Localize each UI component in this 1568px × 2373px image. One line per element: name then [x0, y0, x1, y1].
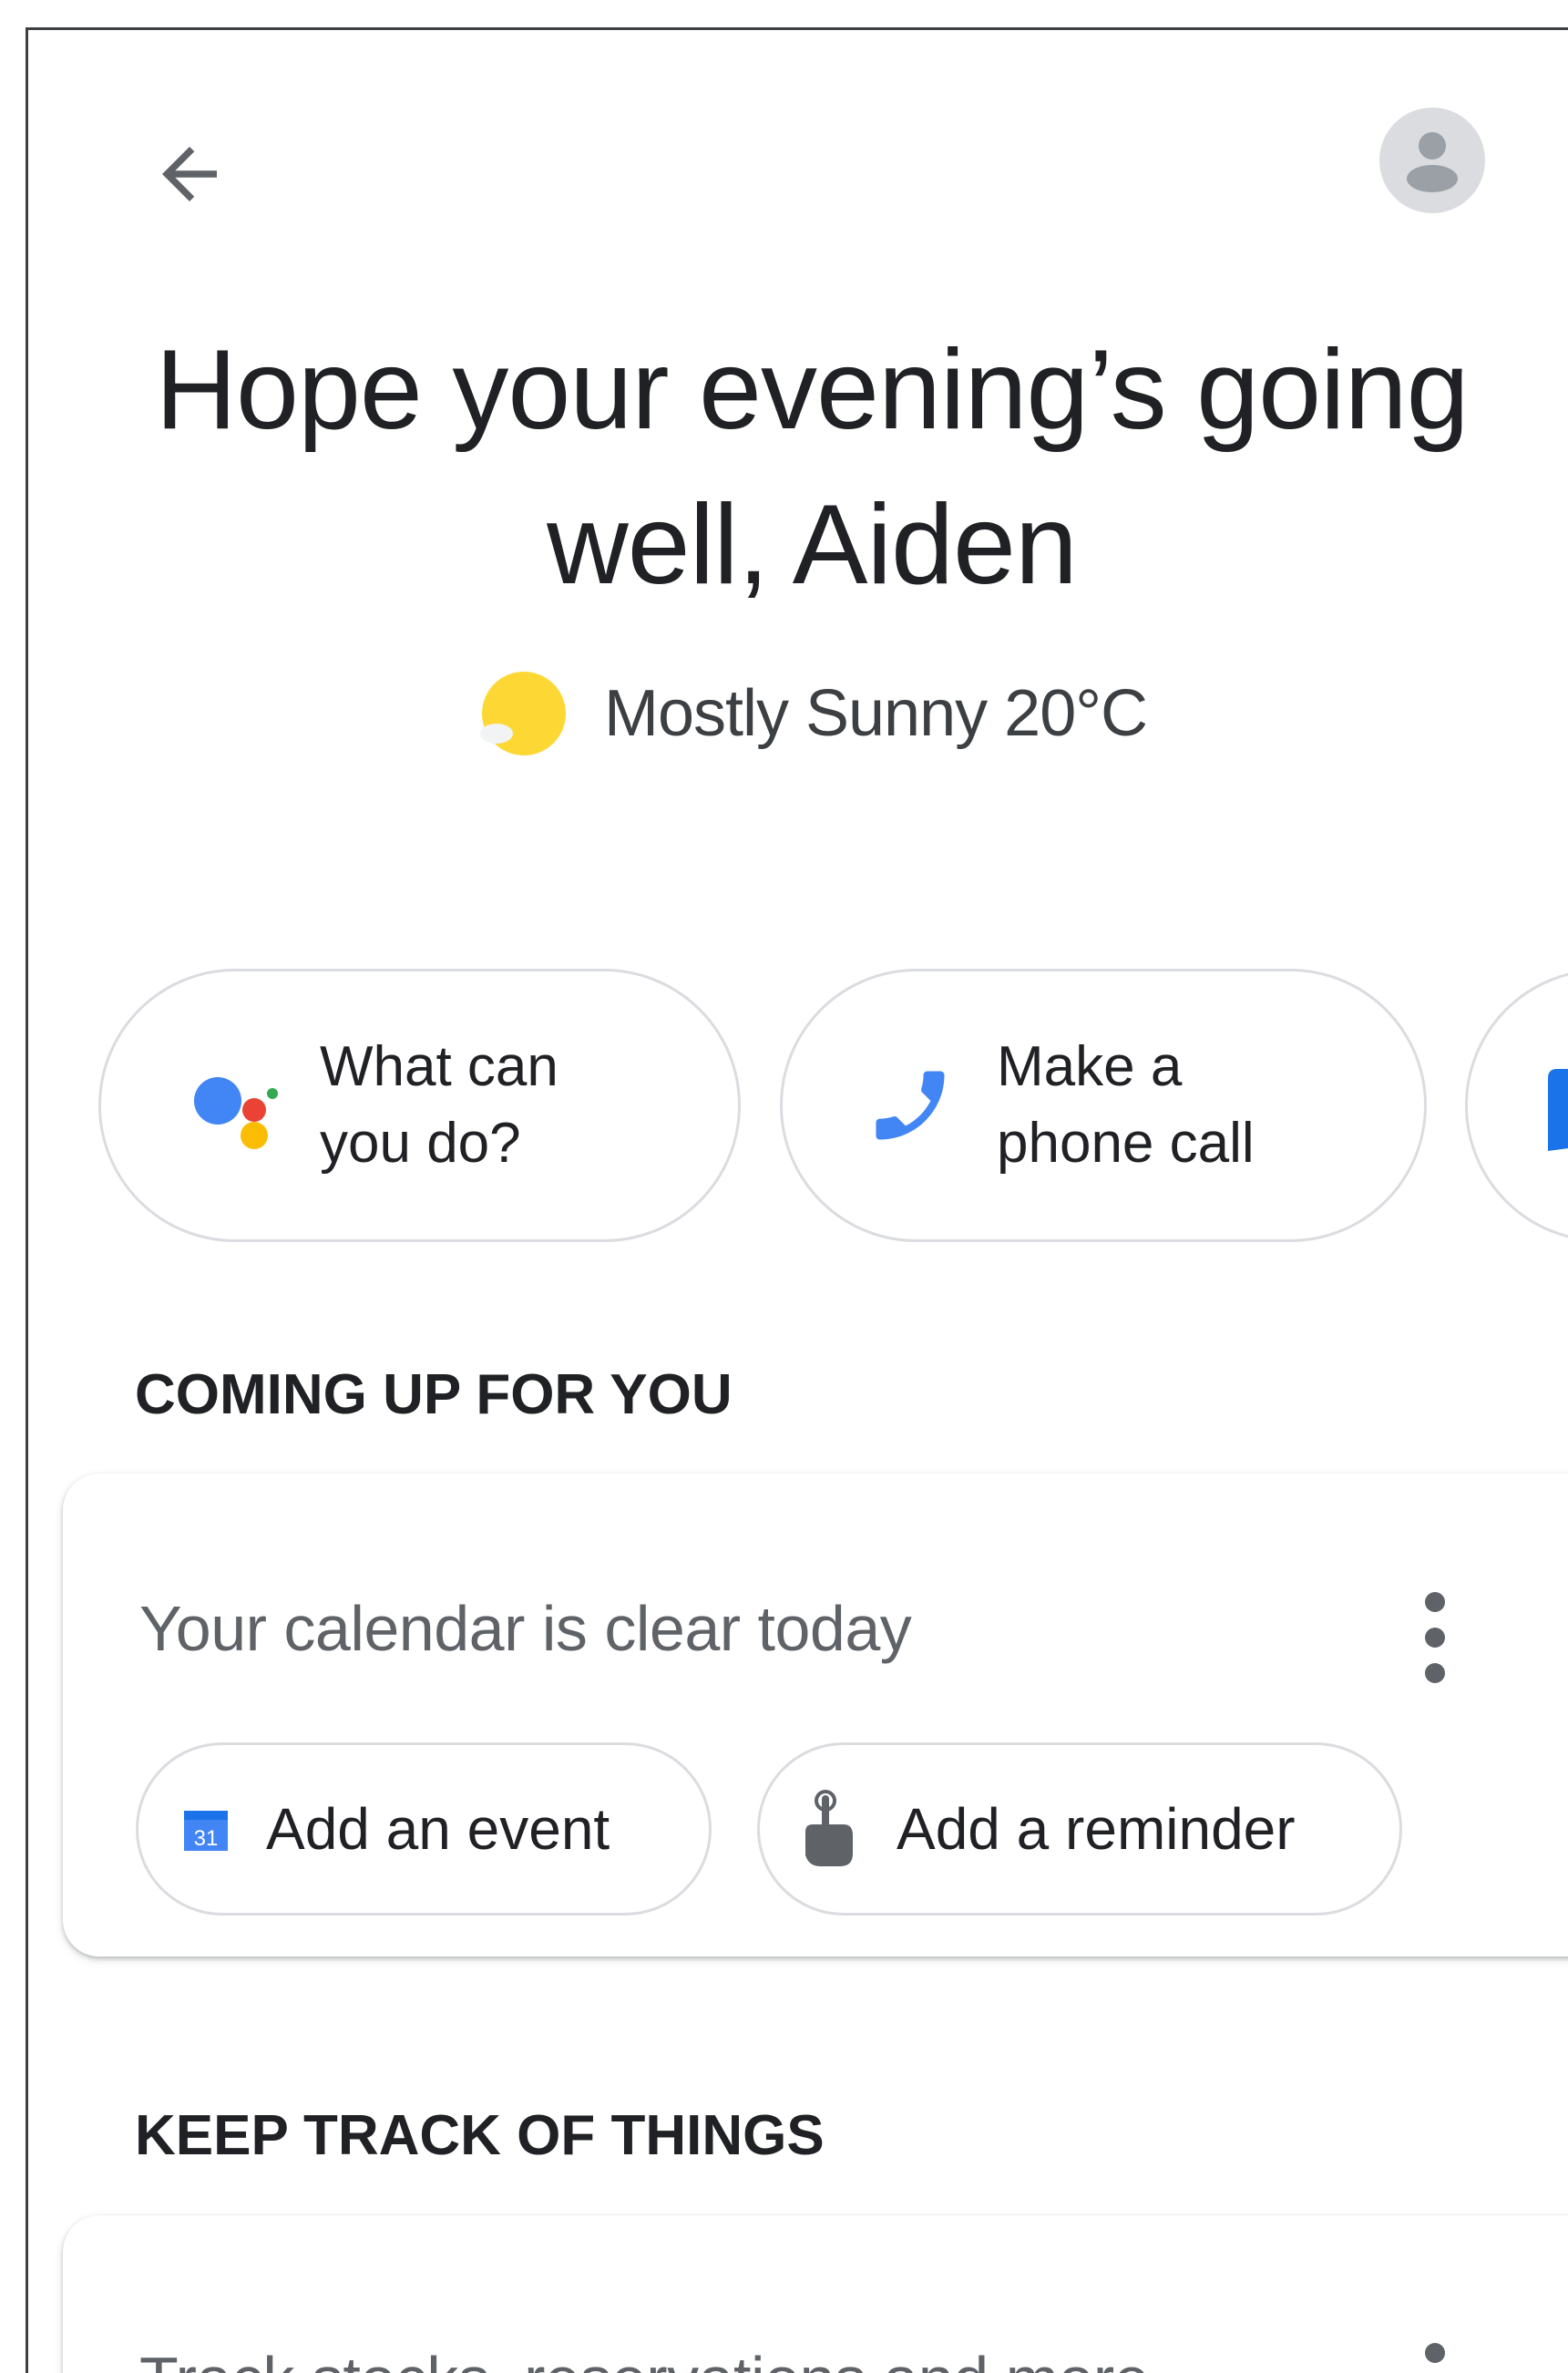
chip-what-can-you-do[interactable]: What can you do?	[98, 969, 741, 1242]
greeting-line-1: Hope your evening’s going	[155, 327, 1469, 453]
keep-track-card: Track stocks, reservations and more	[63, 2215, 1568, 2373]
weather-summary[interactable]: Mostly Sunny 20°C	[28, 668, 1568, 759]
chip-make-phone-call[interactable]: Make a phone call	[780, 969, 1427, 1242]
assistant-screen: Hope your evening’s going well, Aiden Mo…	[26, 27, 1568, 2373]
calendar-icon-day: 31	[194, 1826, 219, 1851]
section-title-keep-track: KEEP TRACK OF THINGS	[135, 2104, 825, 2167]
weather-text: Mostly Sunny 20°C	[603, 677, 1148, 750]
add-reminder-button[interactable]: Add a reminder	[757, 1742, 1402, 1916]
message-icon	[1548, 1069, 1568, 1151]
more-vert-dot	[1425, 1628, 1445, 1648]
calendar-card-more-button[interactable]	[1417, 1592, 1453, 1683]
chip-label: What can you do?	[320, 1035, 559, 1175]
arrow-back-icon	[162, 147, 217, 201]
calendar-card-title: Your calendar is clear today	[139, 1593, 912, 1664]
add-reminder-label: Add a reminder	[897, 1796, 1296, 1862]
google-assistant-icon	[194, 1077, 278, 1149]
reminder-hand-icon	[805, 1790, 853, 1866]
calendar-card: Your calendar is clear today 31 Add an e…	[63, 1474, 1568, 1957]
section-title-coming-up: COMING UP FOR YOU	[135, 1363, 733, 1426]
keep-track-card-more-button[interactable]	[1417, 2343, 1453, 2373]
calendar-icon: 31	[184, 1811, 228, 1851]
more-vert-dot	[1425, 1592, 1445, 1612]
chip-send-message[interactable]	[1465, 969, 1568, 1242]
greeting-heading: Hope your evening’s going well, Aiden	[28, 313, 1568, 622]
phone-icon	[876, 1071, 945, 1140]
sun-icon	[479, 672, 566, 755]
add-event-label: Add an event	[266, 1796, 610, 1862]
account-avatar-icon	[1407, 132, 1458, 192]
back-button[interactable]	[139, 124, 240, 224]
add-event-button[interactable]: 31 Add an event	[136, 1742, 712, 1916]
account-avatar-button[interactable]	[1379, 108, 1485, 213]
keep-track-card-title: Track stocks, reservations and more	[139, 2343, 1150, 2373]
more-vert-dot	[1425, 2343, 1445, 2363]
greeting-line-2: well, Aiden	[547, 482, 1078, 608]
chip-label: Make a phone call	[997, 1035, 1255, 1175]
more-vert-dot	[1425, 1663, 1445, 1683]
